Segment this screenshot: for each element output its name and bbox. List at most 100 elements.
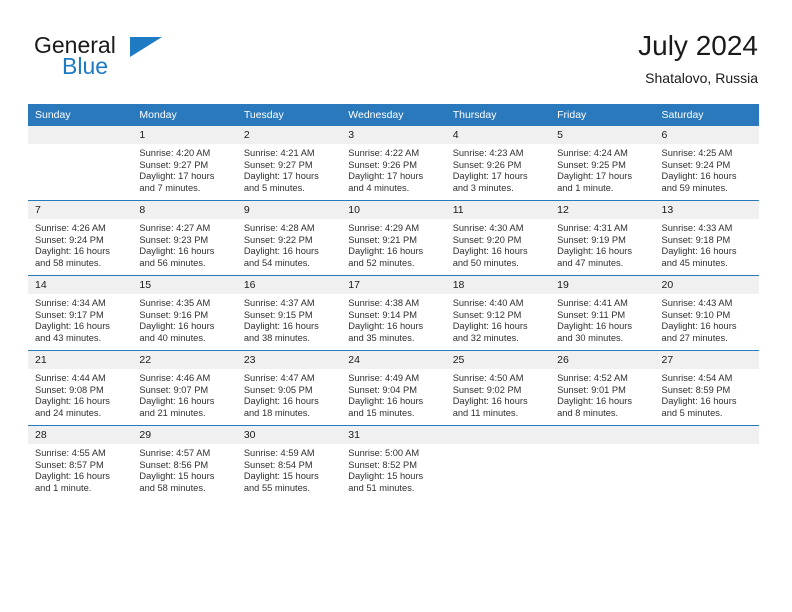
sunset-text: Sunset: 9:12 PM bbox=[452, 309, 522, 320]
day-cell[interactable]: 4 Sunrise: 4:23 AM Sunset: 9:26 PM Dayli… bbox=[445, 126, 551, 201]
day-number: 6 bbox=[654, 126, 759, 144]
day-details: Sunrise: 4:21 AM Sunset: 9:27 PM Dayligh… bbox=[237, 144, 341, 194]
day-details: Sunrise: 4:33 AM Sunset: 9:18 PM Dayligh… bbox=[655, 219, 759, 269]
day-cell[interactable]: 9 Sunrise: 4:28 AM Sunset: 9:22 PM Dayli… bbox=[236, 200, 342, 276]
day-cell[interactable] bbox=[445, 425, 551, 500]
sunrise-text: Sunrise: 4:28 AM bbox=[243, 223, 315, 233]
day-cell[interactable]: 1 Sunrise: 4:20 AM Sunset: 9:27 PM Dayli… bbox=[132, 126, 237, 201]
sunrise-text: Sunrise: 4:57 AM bbox=[139, 448, 211, 458]
sunset-text: Sunset: 9:24 PM bbox=[35, 234, 104, 245]
day-cell[interactable]: 30 Sunrise: 4:59 AM Sunset: 8:54 PM Dayl… bbox=[236, 425, 342, 500]
sunset-text: Sunset: 9:21 PM bbox=[348, 234, 417, 245]
daylight-text-line2: and 43 minutes. bbox=[35, 332, 102, 343]
day-cell[interactable]: 2 Sunrise: 4:21 AM Sunset: 9:27 PM Dayli… bbox=[236, 126, 342, 201]
sunrise-text: Sunrise: 4:49 AM bbox=[348, 373, 420, 383]
day-details: Sunrise: 4:59 AM Sunset: 8:54 PM Dayligh… bbox=[237, 444, 341, 494]
day-cell[interactable]: 18 Sunrise: 4:40 AM Sunset: 9:12 PM Dayl… bbox=[445, 275, 551, 351]
day-cell[interactable] bbox=[28, 126, 133, 201]
day-cell[interactable]: 16 Sunrise: 4:37 AM Sunset: 9:15 PM Dayl… bbox=[236, 275, 342, 351]
day-number: 22 bbox=[132, 351, 237, 369]
sunset-text: Sunset: 9:22 PM bbox=[243, 234, 313, 245]
day-details: Sunrise: 4:30 AM Sunset: 9:20 PM Dayligh… bbox=[446, 219, 550, 269]
day-cell[interactable]: 7 Sunrise: 4:26 AM Sunset: 9:24 PM Dayli… bbox=[28, 200, 133, 276]
day-number: 27 bbox=[654, 351, 759, 369]
daylight-text-line2: and 8 minutes. bbox=[557, 407, 619, 418]
day-cell[interactable]: 21 Sunrise: 4:44 AM Sunset: 9:08 PM Dayl… bbox=[28, 350, 133, 426]
daylight-text-line1: Daylight: 17 hours bbox=[348, 171, 424, 182]
daylight-text-line1: Daylight: 16 hours bbox=[348, 321, 424, 332]
daylight-text-line2: and 30 minutes. bbox=[557, 332, 624, 343]
day-details: Sunrise: 4:47 AM Sunset: 9:05 PM Dayligh… bbox=[237, 369, 341, 419]
daylight-text-line1: Daylight: 16 hours bbox=[557, 321, 633, 332]
day-cell[interactable] bbox=[654, 425, 759, 500]
day-cell[interactable]: 13 Sunrise: 4:33 AM Sunset: 9:18 PM Dayl… bbox=[654, 200, 759, 276]
sunset-text: Sunset: 9:26 PM bbox=[348, 159, 417, 170]
day-cell[interactable]: 26 Sunrise: 4:52 AM Sunset: 9:01 PM Dayl… bbox=[550, 350, 655, 426]
day-number: 4 bbox=[445, 126, 551, 144]
day-cell[interactable]: 27 Sunrise: 4:54 AM Sunset: 8:59 PM Dayl… bbox=[654, 350, 759, 426]
day-cell[interactable]: 10 Sunrise: 4:29 AM Sunset: 9:21 PM Dayl… bbox=[341, 200, 446, 276]
page-subtitle: Shatalovo, Russia bbox=[645, 70, 758, 86]
day-cell[interactable]: 11 Sunrise: 4:30 AM Sunset: 9:20 PM Dayl… bbox=[445, 200, 551, 276]
day-cell[interactable]: 19 Sunrise: 4:41 AM Sunset: 9:11 PM Dayl… bbox=[550, 275, 655, 351]
day-cell[interactable]: 23 Sunrise: 4:47 AM Sunset: 9:05 PM Dayl… bbox=[236, 350, 342, 426]
sunset-text: Sunset: 8:57 PM bbox=[35, 459, 104, 470]
day-cell[interactable]: 6 Sunrise: 4:25 AM Sunset: 9:24 PM Dayli… bbox=[654, 126, 759, 201]
day-cell[interactable] bbox=[550, 425, 655, 500]
day-cell[interactable]: 20 Sunrise: 4:43 AM Sunset: 9:10 PM Dayl… bbox=[654, 275, 759, 351]
day-number bbox=[445, 426, 551, 444]
day-number: 16 bbox=[236, 276, 342, 294]
sunrise-text: Sunrise: 4:37 AM bbox=[243, 298, 315, 308]
weekday-header-friday: Friday bbox=[550, 104, 655, 126]
day-details: Sunrise: 4:35 AM Sunset: 9:16 PM Dayligh… bbox=[132, 294, 236, 344]
calendar-header-row: Sunday Monday Tuesday Wednesday Thursday… bbox=[28, 104, 759, 126]
day-cell[interactable]: 15 Sunrise: 4:35 AM Sunset: 9:16 PM Dayl… bbox=[132, 275, 237, 351]
daylight-text-line2: and 58 minutes. bbox=[35, 257, 102, 268]
day-cell[interactable]: 28 Sunrise: 4:55 AM Sunset: 8:57 PM Dayl… bbox=[28, 425, 133, 500]
day-details: Sunrise: 5:00 AM Sunset: 8:52 PM Dayligh… bbox=[341, 444, 445, 494]
daylight-text-line2: and 32 minutes. bbox=[452, 332, 519, 343]
day-details: Sunrise: 4:49 AM Sunset: 9:04 PM Dayligh… bbox=[341, 369, 445, 419]
day-cell[interactable]: 17 Sunrise: 4:38 AM Sunset: 9:14 PM Dayl… bbox=[341, 275, 446, 351]
sunset-text: Sunset: 9:01 PM bbox=[557, 384, 626, 395]
sunset-text: Sunset: 8:59 PM bbox=[661, 384, 731, 395]
sunrise-text: Sunrise: 5:00 AM bbox=[348, 448, 420, 458]
sunrise-text: Sunrise: 4:44 AM bbox=[35, 373, 106, 383]
day-cell[interactable]: 12 Sunrise: 4:31 AM Sunset: 9:19 PM Dayl… bbox=[550, 200, 655, 276]
daylight-text-line2: and 45 minutes. bbox=[661, 257, 728, 268]
sunset-text: Sunset: 9:18 PM bbox=[661, 234, 731, 245]
day-details: Sunrise: 4:57 AM Sunset: 8:56 PM Dayligh… bbox=[132, 444, 236, 494]
day-details: Sunrise: 4:28 AM Sunset: 9:22 PM Dayligh… bbox=[237, 219, 341, 269]
day-cell[interactable]: 5 Sunrise: 4:24 AM Sunset: 9:25 PM Dayli… bbox=[550, 126, 655, 201]
daylight-text-line1: Daylight: 16 hours bbox=[557, 246, 633, 257]
daylight-text-line1: Daylight: 16 hours bbox=[139, 321, 215, 332]
sunrise-text: Sunrise: 4:30 AM bbox=[452, 223, 524, 233]
weekday-header-sunday: Sunday bbox=[28, 104, 133, 126]
day-details: Sunrise: 4:43 AM Sunset: 9:10 PM Dayligh… bbox=[655, 294, 759, 344]
day-cell[interactable]: 29 Sunrise: 4:57 AM Sunset: 8:56 PM Dayl… bbox=[132, 425, 237, 500]
day-cell[interactable]: 8 Sunrise: 4:27 AM Sunset: 9:23 PM Dayli… bbox=[132, 200, 237, 276]
general-blue-logo[interactable]: General Blue bbox=[34, 32, 254, 88]
daylight-text-line1: Daylight: 16 hours bbox=[35, 321, 110, 332]
day-cell[interactable]: 3 Sunrise: 4:22 AM Sunset: 9:26 PM Dayli… bbox=[341, 126, 446, 201]
day-cell[interactable]: 25 Sunrise: 4:50 AM Sunset: 9:02 PM Dayl… bbox=[445, 350, 551, 426]
day-number bbox=[654, 426, 759, 444]
day-number: 13 bbox=[654, 201, 759, 219]
sunset-text: Sunset: 9:23 PM bbox=[139, 234, 209, 245]
sunset-text: Sunset: 9:05 PM bbox=[243, 384, 313, 395]
day-number bbox=[550, 426, 655, 444]
daylight-text-line1: Daylight: 16 hours bbox=[243, 396, 319, 407]
triangle-icon bbox=[130, 37, 162, 57]
sunset-text: Sunset: 9:16 PM bbox=[139, 309, 209, 320]
sunrise-text: Sunrise: 4:26 AM bbox=[35, 223, 106, 233]
daylight-text-line1: Daylight: 16 hours bbox=[661, 321, 737, 332]
daylight-text-line2: and 40 minutes. bbox=[139, 332, 206, 343]
day-cell[interactable]: 14 Sunrise: 4:34 AM Sunset: 9:17 PM Dayl… bbox=[28, 275, 133, 351]
page-title: July 2024 bbox=[638, 30, 758, 61]
day-cell[interactable]: 31 Sunrise: 5:00 AM Sunset: 8:52 PM Dayl… bbox=[341, 425, 446, 500]
day-cell[interactable]: 24 Sunrise: 4:49 AM Sunset: 9:04 PM Dayl… bbox=[341, 350, 446, 426]
page-header: General Blue July 2024 Shatalovo, Russia bbox=[34, 30, 758, 94]
day-cell[interactable]: 22 Sunrise: 4:46 AM Sunset: 9:07 PM Dayl… bbox=[132, 350, 237, 426]
sunrise-text: Sunrise: 4:59 AM bbox=[243, 448, 315, 458]
daylight-text-line2: and 50 minutes. bbox=[452, 257, 519, 268]
